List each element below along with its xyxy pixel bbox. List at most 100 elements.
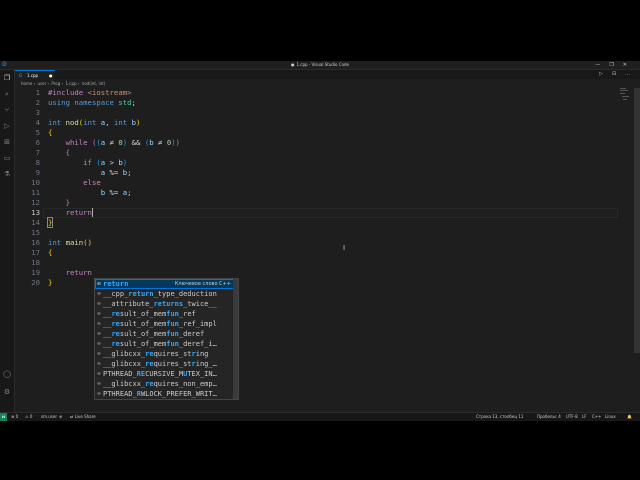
account-icon[interactable]: ◯ (3, 370, 11, 378)
suggest-scrollbar[interactable] (233, 279, 238, 399)
close-button[interactable]: ✕ (623, 62, 636, 68)
punct-token: ; (127, 188, 132, 197)
namespace-token: std (118, 98, 132, 107)
minimap-line (620, 93, 625, 94)
end-of-line[interactable]: LF (582, 413, 587, 421)
explorer-icon[interactable]: ❐ (3, 74, 11, 82)
encoding[interactable]: UTF-8 (566, 413, 578, 421)
breadcrumb-item[interactable]: 1.cpp (65, 81, 76, 86)
line-number: 18 (31, 258, 40, 267)
suggest-match: fun (166, 310, 179, 318)
breadcrumb-item[interactable]: Prog (51, 81, 60, 86)
tab-bar: G 1.cpp ● ▷ ⊟ … (15, 70, 640, 79)
breadcrumb-item[interactable]: home (21, 81, 32, 86)
line-number: 17 (31, 248, 40, 257)
keyword-token: while (65, 138, 88, 147)
code-line-13: return (48, 208, 93, 218)
split-editor-icon[interactable]: ⊟ (612, 70, 616, 79)
notifications-bell-icon[interactable]: 🔔 (627, 413, 632, 421)
line-number: 8 (35, 158, 40, 167)
autocomplete-suggest-widget[interactable]: ⊞ return Ключевое слово C++ ∞ __cpp_return_… (94, 278, 239, 400)
suggest-mid: sult_of_mem (119, 310, 167, 318)
code-line-14: } (46, 217, 54, 228)
paren-token: () (83, 238, 92, 247)
minimap-line (620, 88, 626, 89)
maximize-button[interactable]: ❐ (609, 62, 622, 68)
suggest-item[interactable]: ∞ __result_of_memfun_ref (95, 309, 234, 319)
breadcrumb-item[interactable]: user (38, 81, 47, 86)
cursor-position[interactable]: Строка 13, столбец 11 (476, 413, 523, 421)
status-bar: ⋈ ⊗ 0 ⚠ 0 sm.user ⊕ ⇄ Live Share Строка … (0, 412, 640, 421)
suggest-item[interactable]: ∞ __cpp_return_type_deduction (95, 289, 234, 299)
extensions-icon[interactable]: ⊞ (3, 138, 11, 146)
suggest-item[interactable]: ∞ __attribute_returns_twice__ (95, 299, 234, 309)
live-share-button[interactable]: ⇄ Live Share (70, 413, 96, 421)
suggest-item[interactable]: ∞ __result_of_memfun_ref_impl (95, 319, 234, 329)
operator-token: && (131, 138, 141, 147)
tab-1cpp[interactable]: G 1.cpp ● (15, 70, 55, 79)
operator-token: %= (109, 168, 119, 177)
settings-gear-icon[interactable]: ⚙ (3, 388, 11, 396)
cpp-file-icon: G (19, 73, 23, 78)
code-line-2: using namespace std; (48, 98, 136, 108)
vertical-scrollbar[interactable] (634, 88, 640, 353)
variable-token: b (149, 138, 154, 147)
code-line-6: while ((a ≠ 0) && (b ≠ 0)) (48, 138, 180, 148)
suggest-item[interactable]: ∞ PTHREAD_RWLOCK_PREFER_WRIT… (95, 389, 234, 399)
suggest-match: re (145, 380, 154, 388)
search-icon[interactable]: ⌕ (3, 90, 11, 98)
keyword-token: return (65, 208, 92, 217)
platform-config[interactable]: Linux (605, 413, 616, 421)
language-mode[interactable]: C++ (592, 413, 602, 421)
suggest-match: re (111, 310, 120, 318)
code-line-1: #include <iostream> (48, 88, 132, 98)
minimap-line (620, 90, 628, 91)
macro-icon: ∞ (97, 361, 101, 367)
line-number: 2 (35, 98, 40, 107)
line-number: 19 (31, 268, 40, 277)
line-number: 10 (31, 178, 40, 187)
operator-token: > (109, 158, 114, 167)
remote-indicator-icon[interactable]: ⋈ (0, 413, 7, 421)
line-number: 3 (35, 108, 40, 117)
suggest-prefix: __glibcxx_ (103, 380, 146, 388)
account-status-icon[interactable]: ⊕ (59, 413, 62, 421)
errors-count[interactable]: ⊗ 0 (11, 413, 18, 421)
breadcrumb-item[interactable]: nod(int, int) (82, 81, 106, 86)
suggest-item[interactable]: ∞ __result_of_memfun_deref (95, 329, 234, 339)
source-control-icon[interactable]: ⑂ (3, 106, 11, 114)
suggest-item[interactable]: ∞ __glibcxx_requires_non_emp… (95, 379, 234, 389)
suggest-mid: sult_of_mem (119, 330, 167, 338)
suggest-item[interactable]: ∞ __glibcxx_requires_string (95, 349, 234, 359)
testing-icon[interactable]: ⚗ (3, 170, 11, 178)
paren-token: ) (122, 158, 128, 167)
minimap[interactable] (620, 88, 630, 108)
macro-icon: ∞ (97, 341, 101, 347)
indentation[interactable]: Пробелы: 4 (537, 413, 561, 421)
code-line-12: } (48, 198, 70, 208)
suggest-item[interactable]: ∞ __result_of_memfun_deref_i… (95, 339, 234, 349)
suggest-item[interactable]: ∞ PTHREAD_RECURSIVE_MUTEX_IN… (95, 369, 234, 379)
suggest-prefix: PTHREAD_ (103, 370, 137, 378)
line-number: 20 (31, 278, 40, 287)
suggest-mid: WLOCK_PREFER_WRIT… (140, 390, 217, 398)
remote-explorer-icon[interactable]: ▭ (3, 154, 11, 162)
warnings-count[interactable]: ⚠ 0 (25, 413, 32, 421)
code-line-20: } (48, 278, 52, 288)
suggest-item[interactable]: ∞ __glibcxx_requires_string_… (95, 359, 234, 369)
minimize-button[interactable]: — (595, 62, 609, 68)
keyword-token: using (48, 98, 70, 107)
keyword-token: return (65, 268, 92, 277)
code-line-16: int main() (48, 238, 92, 248)
macro-icon: ∞ (97, 391, 101, 397)
suggest-detail: Ключевое слово C++ (174, 281, 231, 287)
suggest-match: re (111, 330, 120, 338)
more-actions-icon[interactable]: … (625, 70, 630, 79)
run-debug-icon[interactable]: ▷ (3, 122, 11, 130)
account-status[interactable]: sm.user (41, 413, 57, 421)
macro-icon: ∞ (97, 311, 101, 317)
run-file-icon[interactable]: ▷ (599, 70, 603, 79)
tab-label: 1.cpp (27, 73, 39, 78)
suggest-item-selected[interactable]: ⊞ return Ключевое слово C++ (95, 279, 234, 289)
tab-dirty-indicator[interactable]: ● (49, 72, 53, 79)
